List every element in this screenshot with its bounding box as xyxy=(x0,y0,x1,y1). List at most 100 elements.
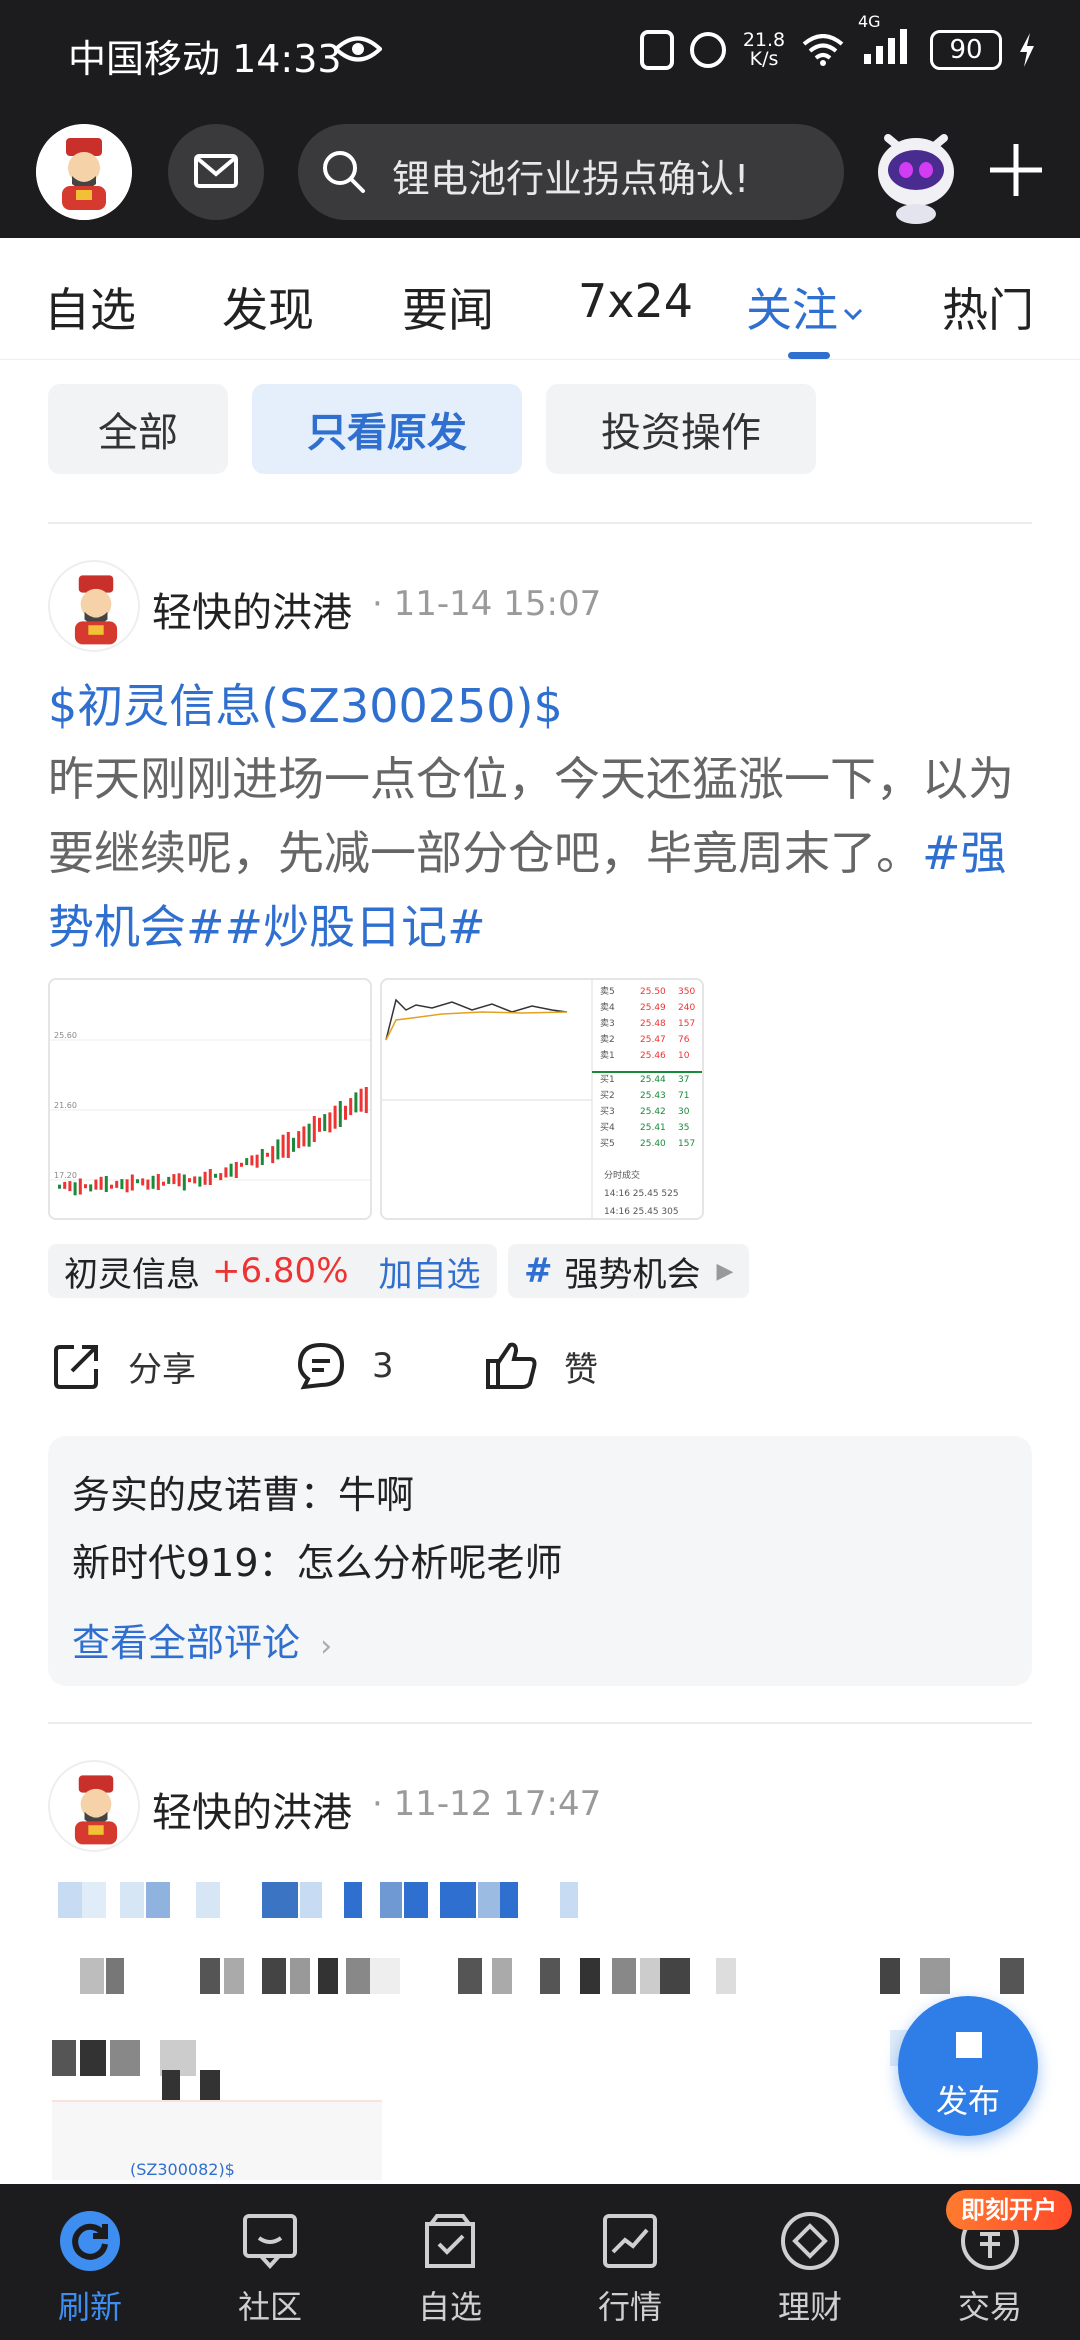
comment-count: 3 xyxy=(372,1346,394,1386)
view-all-comments-link[interactable]: 查看全部评论 › xyxy=(72,1612,332,1667)
tab-following[interactable]: 关注 xyxy=(746,274,864,340)
svg-text:分时成交: 分时成交 xyxy=(604,1169,640,1181)
nav-watchlist[interactable]: 自选 xyxy=(390,2210,510,2328)
post-author-avatar[interactable] xyxy=(48,1760,140,1852)
add-to-watchlist-button[interactable]: 加自选 xyxy=(379,1247,481,1296)
intraday-chart-image: 卖5 25.50 350 卖4 25.49 240 卖3 25.48 157 卖2 25.47 76 卖… xyxy=(382,980,702,1218)
post-stock-link[interactable]: $初灵信息(SZ300250)$ xyxy=(48,670,563,736)
kline-candle xyxy=(240,1162,243,1167)
user-avatar-button[interactable] xyxy=(36,124,132,220)
pixelated-block xyxy=(262,1958,286,1994)
comment-item[interactable]: 新时代919：怎么分析呢老师 xyxy=(72,1532,563,1587)
orderbook-cell: 买3 xyxy=(600,1106,615,1117)
kline-candle xyxy=(364,1087,368,1113)
orderbook-cell: 25.42 xyxy=(640,1107,666,1117)
thumbs-up-icon xyxy=(486,1342,537,1389)
pixelated-block xyxy=(290,1958,310,1994)
pixelated-block xyxy=(660,1958,690,1994)
pixelated-block xyxy=(82,1882,106,1918)
kline-chart-thumbnail[interactable]: 25.60 21.60 17.20 xyxy=(48,978,372,1220)
post-author-avatar[interactable] xyxy=(48,560,140,652)
tab-watchlist[interactable]: 自选 xyxy=(44,274,136,340)
carrier-time: 中国移动 14:33 xyxy=(68,37,342,81)
orderbook-cell: 10 xyxy=(678,1051,690,1061)
pixelated-block xyxy=(580,1958,600,1994)
tab-discover[interactable]: 发现 xyxy=(222,274,314,340)
share-icon xyxy=(54,1345,98,1389)
comment-text: ：怎么分析呢老师 xyxy=(258,1541,563,1585)
post-author-name[interactable]: 轻快的洪港 xyxy=(152,1780,352,1838)
nav-community[interactable]: 社区 xyxy=(210,2210,330,2328)
net-speed-value: 21.8 xyxy=(742,28,786,51)
pixelated-block xyxy=(612,1958,636,1994)
nav-community-label: 社区 xyxy=(237,2288,302,2326)
tab-7x24[interactable]: 7x24 xyxy=(578,274,693,328)
pixelated-block xyxy=(200,1958,220,1994)
kline-candle xyxy=(281,1134,285,1158)
topic-badge[interactable]: # 强势机会 ▶ xyxy=(508,1244,750,1298)
battery-indicator: 90 xyxy=(930,29,1002,70)
pixelated-block xyxy=(80,2040,106,2076)
kline-candle xyxy=(255,1154,259,1168)
charging-icon xyxy=(1020,32,1034,67)
pixelated-block xyxy=(380,1882,402,1918)
pixelated-block xyxy=(146,1882,170,1918)
net-speed-unit: K/s xyxy=(749,47,779,70)
orderbook-cell: 71 xyxy=(678,1091,689,1101)
pixelated-block xyxy=(880,1958,900,1994)
orderbook-cell: 350 xyxy=(678,987,695,997)
orderbook-cell: 240 xyxy=(678,1003,695,1013)
orderbook-cell: 买1 xyxy=(600,1074,615,1085)
divider xyxy=(48,1722,1032,1724)
orderbook-cell: 25.43 xyxy=(640,1091,666,1101)
share-button[interactable]: 分享 xyxy=(50,1336,196,1396)
share-label: 分享 xyxy=(128,1349,196,1390)
alarm-icon xyxy=(690,31,726,68)
orderbook-cell: 76 xyxy=(678,1035,690,1045)
post-author-name[interactable]: 轻快的洪港 xyxy=(152,580,352,638)
publish-button[interactable]: 发布 xyxy=(898,1996,1038,2136)
pixelated-block xyxy=(120,1882,144,1918)
kline-candle xyxy=(198,1176,202,1187)
svg-text:21.60: 21.60 xyxy=(54,1101,77,1110)
comments-preview: 务实的皮诺曹：牛啊 新时代919：怎么分析呢老师 查看全部评论 › xyxy=(48,1436,1032,1686)
kline-candle xyxy=(203,1171,207,1185)
pixelated-block xyxy=(80,1958,104,1994)
kline-candle xyxy=(292,1137,295,1152)
pixelated-block xyxy=(318,1958,338,1994)
tab-news[interactable]: 要闻 xyxy=(402,274,494,340)
status-bar: 中国移动 14:33 21.8 K/s 4G 90 xyxy=(0,0,1080,104)
kline-candle xyxy=(120,1179,124,1190)
pixelated-block xyxy=(110,2040,140,2076)
mail-icon xyxy=(194,154,238,188)
intraday-chart-thumbnail[interactable]: 卖5 25.50 350 卖4 25.49 240 卖3 25.48 157 卖2 25.47 76 卖… xyxy=(380,978,704,1220)
kline-candle xyxy=(104,1176,108,1192)
tab-hot[interactable]: 热门 xyxy=(942,274,1034,340)
orderbook-cell: 买2 xyxy=(600,1090,615,1101)
kline-candle xyxy=(349,1098,353,1116)
bottom-nav: 刷新 社区 自选 行情 理财 交易 xyxy=(0,2184,1080,2340)
like-button[interactable]: 赞 xyxy=(484,1336,598,1396)
messages-button[interactable] xyxy=(168,124,264,220)
nav-market-label: 行情 xyxy=(597,2288,662,2326)
kline-candle xyxy=(229,1163,233,1177)
filter-investment-ops[interactable]: 投资操作 xyxy=(546,384,816,474)
comment-item[interactable]: 务实的皮诺曹：牛啊 xyxy=(72,1464,414,1519)
pixelated-block xyxy=(560,1882,578,1918)
open-account-badge[interactable]: 即刻开户 xyxy=(946,2190,1072,2230)
pixelated-block xyxy=(500,1882,518,1918)
kline-candle xyxy=(68,1181,72,1192)
filter-original-only[interactable]: 只看原发 xyxy=(252,384,522,474)
kline-candle xyxy=(302,1126,306,1147)
robot-assistant-icon[interactable] xyxy=(866,116,966,226)
eye-icon xyxy=(334,36,382,62)
add-icon[interactable] xyxy=(984,138,1048,202)
nav-refresh[interactable]: 刷新 xyxy=(30,2210,150,2328)
stock-quote-badge[interactable]: 初灵信息 +6.80% 加自选 xyxy=(48,1244,497,1298)
search-bar[interactable]: 锂电池行业拐点确认! xyxy=(298,124,844,220)
nav-finance[interactable]: 理财 xyxy=(750,2210,870,2328)
comment-button[interactable]: 3 xyxy=(294,1336,394,1396)
filter-all[interactable]: 全部 xyxy=(48,384,228,474)
orderbook-cell: 25.46 xyxy=(640,1051,666,1061)
nav-market[interactable]: 行情 xyxy=(570,2210,690,2328)
